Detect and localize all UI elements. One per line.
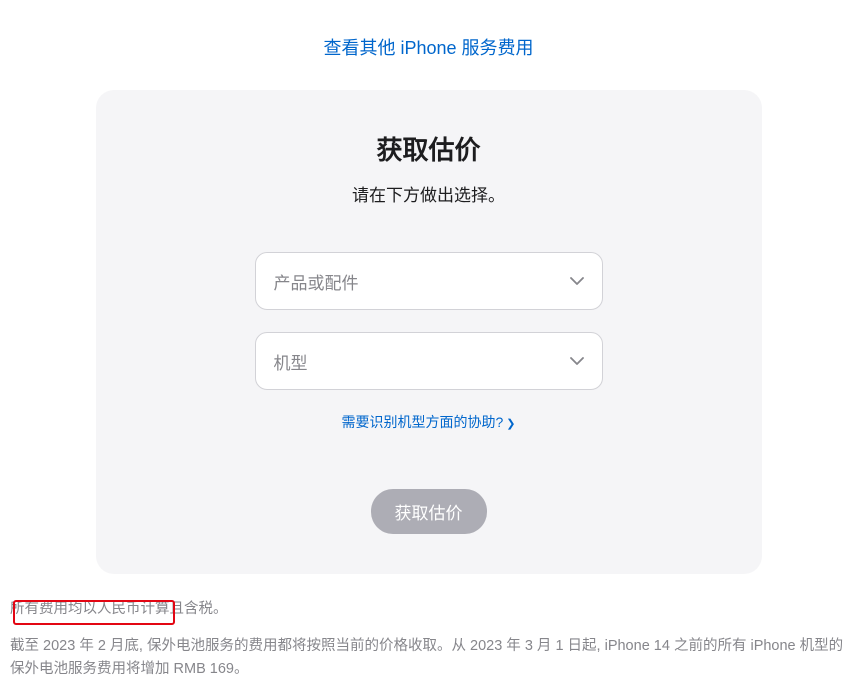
- get-estimate-button[interactable]: 获取估价: [371, 489, 487, 534]
- identify-model-help-link[interactable]: 需要识别机型方面的协助?❯: [341, 414, 515, 430]
- chevron-down-icon: [570, 357, 584, 365]
- view-other-services-link[interactable]: 查看其他 iPhone 服务费用: [323, 38, 533, 58]
- chevron-down-icon: [570, 277, 584, 285]
- panel-title: 获取估价: [116, 130, 742, 167]
- chevron-right-icon: ❯: [506, 418, 515, 430]
- model-select-placeholder: 机型: [274, 349, 308, 374]
- footer-text: 所有费用均以人民币计算且含税。 截至 2023 年 2 月底, 保外电池服务的费…: [0, 574, 857, 682]
- product-select[interactable]: 产品或配件: [255, 252, 603, 310]
- help-link-label: 需要识别机型方面的协助?: [341, 414, 503, 430]
- model-select[interactable]: 机型: [255, 332, 603, 390]
- top-link-container: 查看其他 iPhone 服务费用: [0, 0, 857, 90]
- help-link-container: 需要识别机型方面的协助?❯: [116, 412, 742, 432]
- footer-line-2: 截至 2023 年 2 月底, 保外电池服务的费用都将按照当前的价格收取。从 2…: [10, 635, 847, 681]
- footer-line-1: 所有费用均以人民币计算且含税。: [10, 598, 847, 621]
- panel-subtitle: 请在下方做出选择。: [116, 181, 742, 206]
- product-select-placeholder: 产品或配件: [274, 269, 359, 294]
- estimate-panel: 获取估价 请在下方做出选择。 产品或配件 机型 需要识别机型方面的协助?❯ 获取…: [96, 90, 762, 574]
